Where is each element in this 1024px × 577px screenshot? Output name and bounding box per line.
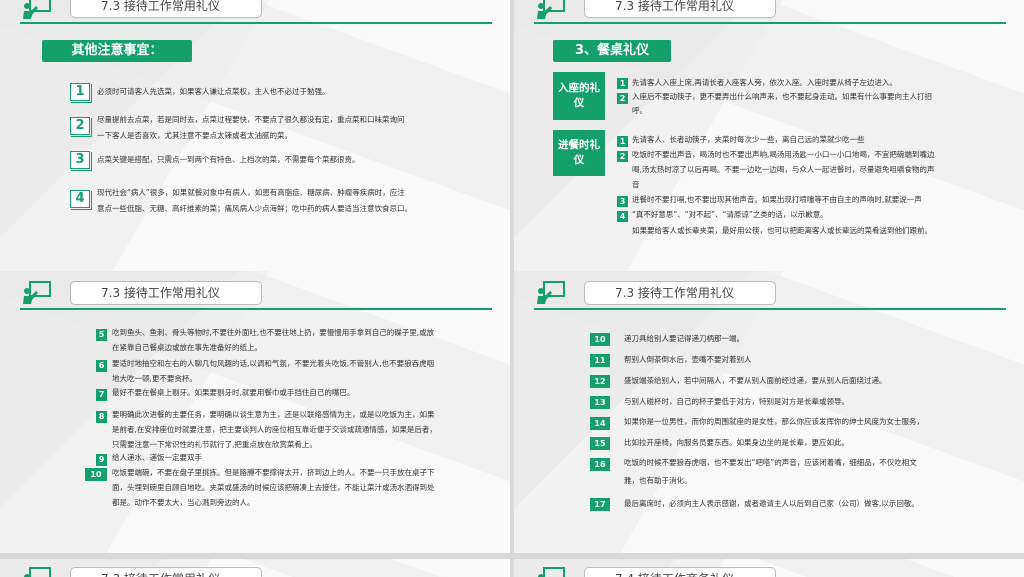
item-number: 12 (590, 375, 610, 388)
item-number: 5 (96, 329, 107, 341)
item-text: 给人递水、递饭一定要双手 (112, 453, 202, 462)
item-number: 10 (590, 333, 610, 346)
presenter-icon (536, 281, 566, 305)
item-number: 10 (85, 468, 107, 481)
item-number: 17 (590, 498, 610, 511)
section-label: 其他注意事宜： (42, 40, 192, 62)
item-text: 要适时地抽空和左右的人聊几句风趣的话,以调和气氛，不要光着头吃饭,不管别人,也不… (112, 359, 435, 368)
presenter-icon (536, 567, 566, 577)
divider (20, 22, 492, 24)
item-text: 是前者,在安排座位时就要注意，把主要谈判人的座位相互靠近便于交谈或疏通情感，如果… (112, 425, 437, 434)
item-number: 15 (590, 437, 610, 450)
slide-2[interactable]: 7.3 接待工作常用礼仪 3、餐桌礼仪 入座的礼仪 1 先请客人入座上席,再请长… (514, 0, 1024, 282)
slide-title: 7.3 接待工作常用礼仪 (70, 567, 262, 577)
item-text: 必须时可请客人先选菜，如果客人谦让点菜权，主人也不必过于勉强。 (97, 87, 330, 96)
item-text: 音 (632, 180, 640, 189)
item-text: 面，头埋到碗里自顾自地吃。夹菜或盛汤的时候应该把碗凑上去接住，不能让菜汁或汤水洒… (112, 483, 435, 492)
item-text: 喝,汤太热时凉了以后再喝。不要一边吃一边喝，与众人一起进餐时，尽量避免咀嚼食物的… (632, 165, 935, 174)
slide-4[interactable]: 7.3 接待工作常用礼仪 10 递刀具给别人要记得递刀柄那一端。 11 帮别人倒… (514, 271, 1024, 553)
item-number: 4 (617, 211, 628, 222)
item-text: “真不好意思”、“对不起”、“请原谅”之类的话，以示歉意。 (632, 210, 828, 219)
divider (534, 308, 1006, 310)
item-number: 2 (70, 117, 92, 137)
item-text: 吃饭要端碗，不要在盘子里挑拣。但是胳膊不要撑得太开，挤到边上的人。不要一只手放在… (112, 468, 435, 477)
slide-title: 7.3 接待工作常用礼仪 (584, 0, 776, 18)
slide-title: 7.3 接待工作常用礼仪 (70, 0, 262, 18)
section-label: 3、餐桌礼仪 (553, 40, 671, 62)
item-text: 帮别人倒茶倒水后，壶嘴不要对着别人 (624, 355, 752, 364)
item-number: 3 (617, 196, 628, 207)
item-text: 吃饭的时候不要狼吞虎咽，也不要发出“吧嗒”的声音，应该闭着嘴，细细品，不仅吃相文 (624, 458, 917, 467)
item-text: 如果你是一位男性，而你的周围就座的是女性，那么你应该发挥你的绅士风度为女士服务， (624, 417, 924, 426)
item-number: 7 (96, 389, 107, 401)
item-number: 4 (70, 190, 92, 210)
presenter-icon (22, 567, 52, 577)
item-number: 8 (96, 411, 107, 423)
item-text: 与别人碰杯时，自己的杯子要低于对方，特别是对方是长辈或领导。 (624, 397, 849, 406)
item-text: 先请客人、长者动筷子，夹菜时每次少一些，离自己远的菜就少吃一些 (632, 135, 865, 144)
slide-3[interactable]: 7.3 接待工作常用礼仪 5 吃到鱼头、鱼刺、骨头等物时,不要往外面吐,也不要往… (0, 271, 510, 553)
item-text: 进餐时不要打嗝,也不要出现其他声音。如果出现打喷嚏等不由自主的声响时,就要说一声 (632, 195, 922, 204)
item-number: 2 (617, 93, 628, 104)
slide-title: 7.3 接待工作常用礼仪 (70, 281, 262, 305)
slide-1[interactable]: 7.3 接待工作常用礼仪 其他注意事宜： 1 必须时可请客人先选菜，如果客人谦让… (0, 0, 510, 282)
presenter-icon (536, 0, 566, 20)
item-text: 最后离席时，必须向主人表示感谢，或者邀请主人以后到自己家（公司）做客,以示回敬。 (624, 499, 919, 508)
presenter-icon (22, 0, 52, 20)
item-number: 11 (590, 354, 610, 367)
presenter-icon (22, 281, 52, 305)
item-number: 9 (96, 454, 107, 466)
item-text: 盛饭端茶给别人，若中间隔人，不要从别人面前经过递，要从别人后面绕过递。 (624, 376, 887, 385)
item-number: 13 (590, 396, 610, 409)
item-text: 吃到鱼头、鱼刺、骨头等物时,不要往外面吐,也不要往地上扔，要慢慢用手拿到自己的碟… (112, 328, 435, 337)
slide-5[interactable]: 7.3 接待工作常用礼仪 (0, 559, 510, 577)
item-text: 都是。动作不要太大，当心溅到旁边的人。 (112, 498, 255, 507)
item-text: 递刀具给别人要记得递刀柄那一端。 (624, 334, 744, 343)
item-text: 现代社会“病人”很多，如果就餐对象中有病人，如患有高脂症、糖尿病、肿瘤等疾病时，… (97, 188, 405, 197)
item-number: 1 (617, 78, 628, 89)
item-text: 呼。 (632, 106, 647, 115)
item-text: 吃饭时不要出声音，喝汤时也不要出声响,喝汤用汤匙一小口一小口地喝，不宜把碗端到嘴… (632, 150, 935, 159)
item-number: 14 (590, 417, 610, 430)
item-text: 如果要给客人或长辈夹菜，最好用公筷，也可以把距离客人或长辈远的菜肴送到他们跟前。 (632, 226, 932, 235)
item-number: 1 (70, 83, 92, 103)
item-text: 入座后不要动筷子，更不要弄出什么响声来，也不要起身走动。如果有什么事要向主人打招 (632, 92, 932, 101)
item-number: 3 (70, 151, 92, 171)
item-text: 一下客人是否喜欢，尤其注意不要点太辣或者太油腻的菜。 (97, 131, 292, 140)
slide-title: 7.3 接待工作常用礼仪 (584, 281, 776, 305)
item-text: 要明确此次进餐的主要任务，要明确以谈生意为主，还是以联络感情为主，或是以吃饭为主… (112, 410, 435, 419)
item-text: 点菜关键是搭配，只需点一到两个有特色、上档次的菜，不需要每个菜都很贵。 (97, 155, 360, 164)
item-text: 意点一些低脂、无糖、高纤维素的菜；痛风病人少点海鲜；吃中药的病人要适当注意饮食忌… (97, 204, 412, 213)
group-label-seating: 入座的礼仪 (553, 72, 605, 120)
group-label-dining: 进餐时礼仪 (553, 130, 605, 176)
item-text: 雅，也有助于消化。 (624, 476, 692, 485)
item-number: 16 (590, 458, 610, 471)
item-text: 最好不要在餐桌上剔牙。如果要剔牙时,就要用餐巾或手挡住自己的嘴巴。 (112, 388, 355, 397)
item-number: 6 (96, 360, 107, 372)
item-text: 在紧靠自己餐桌边或放在事先准备好的纸上。 (112, 343, 262, 352)
item-text: 尽量提前去点菜，若是同时去，点菜过程要快，不要点了很久都没有定，重点菜和口味菜询… (97, 115, 405, 124)
item-number: 1 (617, 136, 628, 147)
item-number: 2 (617, 151, 628, 162)
divider (534, 22, 1006, 24)
slide-6[interactable]: 7.4 接待工作商务礼仪 (514, 559, 1024, 577)
item-text: 比如拉开座椅，向服务员要东西。如果身边坐的是长辈，更应如此。 (624, 438, 849, 447)
slide-title: 7.4 接待工作商务礼仪 (584, 567, 776, 577)
divider (20, 308, 492, 310)
